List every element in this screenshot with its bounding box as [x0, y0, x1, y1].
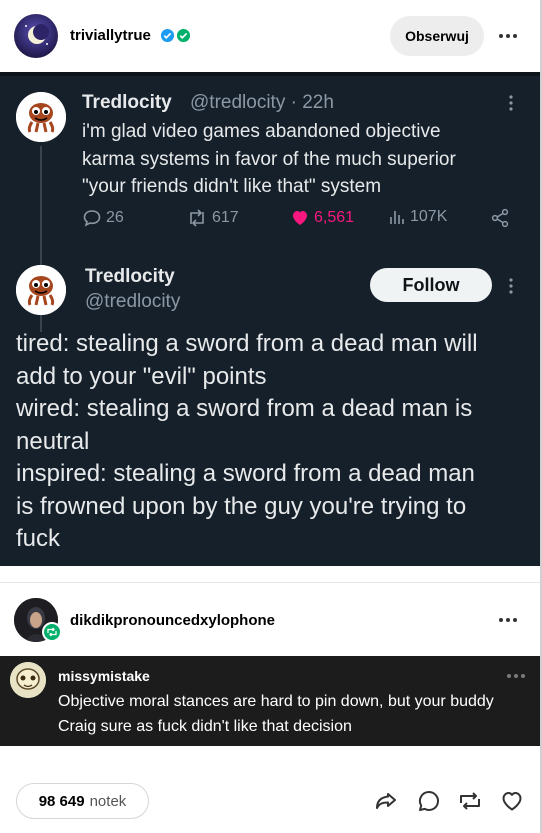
share-icon[interactable] [373, 788, 399, 814]
notes-label: notek [89, 792, 127, 810]
commenter-name[interactable]: missymistake [58, 668, 150, 684]
tweet-text-line: karma systems in favor of the much super… [82, 148, 456, 170]
like-icon[interactable] [499, 788, 525, 814]
reblog-icon[interactable] [457, 788, 483, 814]
reply-stat: 26 [82, 208, 124, 228]
verified-badge-icon [160, 28, 175, 43]
tweet-text: i'm glad video games abandoned objective… [82, 118, 456, 201]
heart-filled-icon [293, 211, 307, 225]
commenter-avatar[interactable] [10, 662, 46, 698]
blog-avatar[interactable] [14, 14, 58, 58]
post-footer: 98 649 notek [0, 760, 542, 833]
tweet-text-line: wired: stealing a sword from a dead man … [16, 395, 473, 422]
retweet-count: 617 [212, 209, 239, 226]
blog-name[interactable]: triviallytrue [70, 27, 151, 44]
more-options-icon[interactable] [494, 24, 522, 48]
retweet-icon [190, 209, 204, 227]
tweet-handle-time: @tredlocity · 22h [190, 92, 334, 113]
divider [0, 582, 542, 583]
tweet-text-line: i'm glad video games abandoned objective [82, 121, 441, 142]
tweet-author-name: Tredlocity [85, 266, 175, 287]
like-stat: 6,561 [290, 208, 354, 228]
reblogger-name[interactable]: dikdikpronouncedxylophone [70, 612, 275, 629]
views-chart-icon [390, 211, 404, 224]
tweet-stats: 26 617 6,561 107K [82, 208, 512, 232]
tweet-avatar [16, 265, 66, 315]
reblog-icon [42, 622, 62, 642]
tweet-text-line: "your friends didn't like that" system [82, 176, 382, 197]
tweet-more-icon [508, 94, 514, 117]
post-header: triviallytrue Obserwuj [0, 0, 542, 72]
notes-count: 98 649 [38, 792, 85, 810]
tweet-text-line: inspired: stealing a sword from a dead m… [16, 460, 475, 487]
tweet-follow-button: Follow [370, 268, 492, 302]
reblog-more-options-icon[interactable] [494, 608, 522, 632]
tweet-screenshot-image: Tredlocity @tredlocity · 22h i'm glad vi… [0, 72, 542, 566]
like-count: 6,561 [314, 209, 355, 226]
reply-count: 26 [106, 209, 124, 226]
badges [160, 28, 191, 43]
tweet-text-line: fuck [16, 525, 61, 552]
follow-button[interactable]: Obserwuj [390, 16, 484, 56]
reply-icon [83, 210, 101, 227]
share-nodes-icon [491, 208, 509, 228]
tweet-text: tired: stealing a sword from a dead man … [16, 328, 478, 556]
tweet-more-icon [508, 277, 514, 300]
comment-text: Objective moral stances are hard to pin … [58, 693, 494, 735]
tweet-handle: @tredlocity [85, 291, 181, 312]
tweet-text-line: tired: stealing a sword from a dead man … [16, 330, 478, 357]
tweet-text-line: neutral [16, 427, 90, 455]
tweet-avatar [16, 92, 66, 142]
share-stat [490, 208, 510, 228]
reblog-header: dikdikpronouncedxylophone [0, 596, 542, 646]
notes-button[interactable]: 98 649 notek [16, 783, 149, 819]
tweet-text-line: add to your "evil" points [16, 362, 267, 390]
tweet-text-line: is frowned upon by the guy you're trying… [16, 492, 467, 520]
reply-icon[interactable] [416, 788, 442, 814]
tweet-author-name: Tredlocity [82, 92, 172, 113]
views-count: 107K [410, 208, 448, 225]
comment-more-options-icon[interactable] [506, 666, 526, 684]
retweet-stat: 617 [186, 208, 239, 228]
reblog-comment: missymistake Objective moral stances are… [0, 656, 542, 746]
views-stat: 107K [388, 208, 447, 226]
green-check-badge-icon [176, 28, 191, 43]
